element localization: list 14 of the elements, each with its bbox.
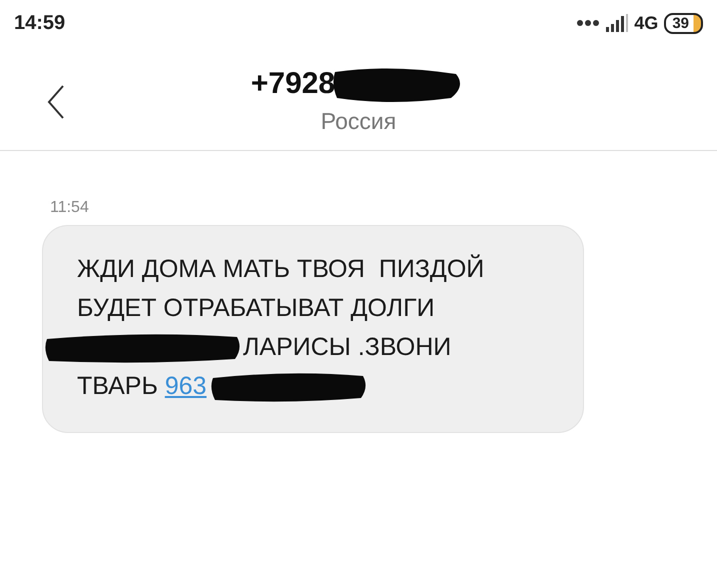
message-text: БУДЕТ ОТРАБАТЫВАТ ДОЛГИ: [77, 294, 435, 323]
phone-link[interactable]: 963: [164, 372, 207, 401]
contact-country: Россия: [320, 108, 396, 134]
message-time: 11:54: [50, 199, 90, 217]
status-time: 14:59: [14, 12, 66, 34]
signal-icon: [606, 14, 628, 32]
dots-icon: [576, 19, 600, 27]
battery-level: 39: [664, 12, 703, 34]
message-text: ЖДИ ДОМА МАТЬ ТВОЯ ПИЗДОЙ: [77, 255, 484, 284]
message-text: ЛАРИСЫ .ЗВОНИ: [243, 333, 452, 362]
back-icon: [46, 84, 66, 120]
contact-phone: +7928: [250, 66, 336, 100]
network-type: 4G: [634, 12, 658, 34]
message-text: ТВАРЬ: [77, 372, 159, 401]
